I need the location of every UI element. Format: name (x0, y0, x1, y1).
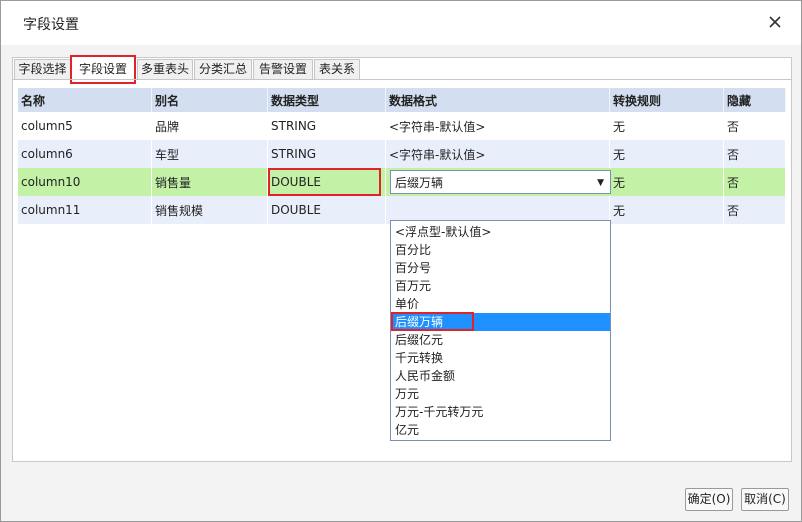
header-name: 名称 (18, 88, 152, 112)
tab-group-summary[interactable]: 分类汇总 (194, 59, 252, 79)
data-format-select[interactable]: 后缀万辆 ▼ (390, 170, 611, 194)
dialog-title: 字段设置 (23, 17, 79, 33)
cell-alias: 品牌 (152, 112, 268, 140)
table-row[interactable]: column5 品牌 STRING <字符串-默认值> 无 否 (18, 112, 786, 140)
cell-name: column11 (18, 196, 152, 224)
dialog-titlebar: 字段设置 (1, 1, 801, 45)
header-data-type: 数据类型 (268, 88, 386, 112)
cancel-button[interactable]: 取消(C) (741, 488, 789, 511)
dropdown-option[interactable]: 千元转换 (391, 349, 610, 367)
dropdown-option[interactable]: 百万元 (391, 277, 610, 295)
select-value: 后缀万辆 (395, 175, 444, 190)
cell-hidden[interactable]: 否 (724, 196, 786, 224)
dropdown-option[interactable]: 百分比 (391, 241, 610, 259)
table-header-row: 名称 别名 数据类型 数据格式 转换规则 隐藏 (18, 88, 786, 112)
cell-alias: 车型 (152, 140, 268, 168)
cell-convert-rule[interactable]: 无 (610, 140, 724, 168)
dropdown-arrow-icon[interactable]: ▼ (597, 178, 604, 188)
dropdown-option[interactable]: 单价 (391, 295, 610, 313)
tab-field-select[interactable]: 字段选择 (14, 59, 71, 79)
header-data-format: 数据格式 (386, 88, 610, 112)
field-settings-dialog: 字段设置 字段选择 字段设置 多重表头 分类汇总 告警设置 表关系 名称 别名 … (0, 0, 802, 522)
cell-data-type: STRING (268, 140, 386, 168)
cell-name: column10 (18, 168, 152, 196)
dialog-content: 字段选择 字段设置 多重表头 分类汇总 告警设置 表关系 名称 别名 数据类型 … (12, 55, 792, 462)
cell-data-format[interactable]: <字符串-默认值> (386, 140, 610, 168)
cell-convert-rule[interactable]: 无 (610, 168, 724, 196)
selected-option-highlight (391, 312, 474, 331)
header-hidden: 隐藏 (724, 88, 786, 112)
cell-data-type: DOUBLE (268, 196, 386, 224)
header-alias: 别名 (152, 88, 268, 112)
header-convert-rule: 转换规则 (610, 88, 724, 112)
dropdown-option[interactable]: 百分号 (391, 259, 610, 277)
dropdown-option[interactable]: 万元 (391, 385, 610, 403)
cell-hidden[interactable]: 否 (724, 168, 786, 196)
tab-alert-settings[interactable]: 告警设置 (253, 59, 313, 79)
cell-data-format[interactable]: <字符串-默认值> (386, 112, 610, 140)
dropdown-option[interactable]: <浮点型-默认值> (391, 223, 610, 241)
dropdown-option[interactable]: 万元-千元转万元 (391, 403, 610, 421)
cell-convert-rule[interactable]: 无 (610, 196, 724, 224)
cell-data-type: STRING (268, 112, 386, 140)
format-dropdown-list[interactable]: <浮点型-默认值> 百分比 百分号 百万元 单价 后缀万辆 后缀亿元 千元转换 … (390, 220, 611, 441)
cell-convert-rule[interactable]: 无 (610, 112, 724, 140)
cell-alias: 销售规模 (152, 196, 268, 224)
tab-table-relation[interactable]: 表关系 (314, 59, 360, 79)
cell-name: column5 (18, 112, 152, 140)
cell-name: column6 (18, 140, 152, 168)
cell-hidden[interactable]: 否 (724, 112, 786, 140)
ok-button[interactable]: 确定(O) (685, 488, 733, 511)
dropdown-option[interactable]: 人民币金额 (391, 367, 610, 385)
close-icon[interactable] (767, 14, 783, 30)
table-row-selected[interactable]: column10 销售量 DOUBLE 后缀万辆 ▼ 无 否 (18, 168, 786, 196)
cell-hidden[interactable]: 否 (724, 140, 786, 168)
dropdown-option[interactable]: 亿元 (391, 421, 610, 439)
table-row[interactable]: column6 车型 STRING <字符串-默认值> 无 否 (18, 140, 786, 168)
dropdown-option[interactable]: 后缀亿元 (391, 331, 610, 349)
cell-alias: 销售量 (152, 168, 268, 196)
tab-divider (13, 79, 791, 80)
data-type-highlight (268, 168, 381, 196)
tab-multi-header[interactable]: 多重表头 (137, 59, 193, 79)
